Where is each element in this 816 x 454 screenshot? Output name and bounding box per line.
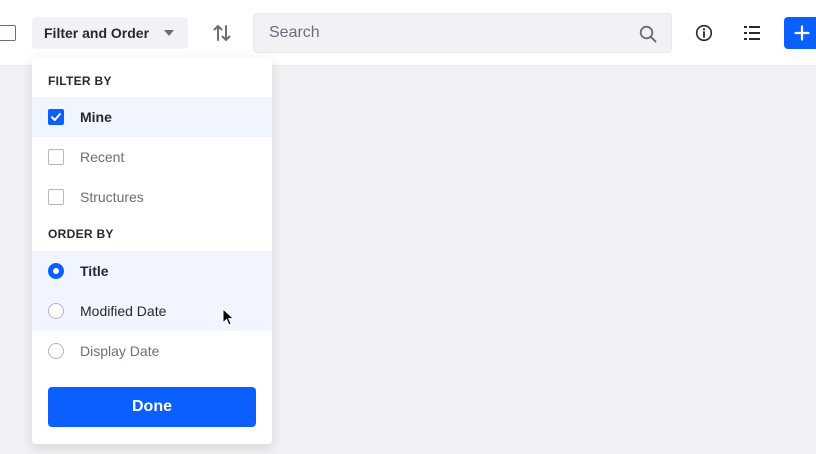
add-button[interactable] <box>784 17 816 49</box>
caret-down-icon <box>164 30 174 36</box>
filter-item-mine[interactable]: Mine <box>32 97 272 137</box>
order-by-header: ORDER BY <box>48 227 114 241</box>
filter-item-label: Mine <box>80 109 112 125</box>
checkbox[interactable] <box>48 109 64 125</box>
mouse-pointer-icon <box>222 308 235 326</box>
radio-button[interactable] <box>48 303 64 319</box>
search-bar <box>253 13 672 53</box>
filter-order-dropdown: FILTER BY Mine Recent Structures ORDER B… <box>32 57 272 444</box>
check-icon <box>51 113 61 121</box>
info-icon <box>695 24 713 42</box>
search-icon[interactable] <box>639 25 657 43</box>
search-input[interactable] <box>254 14 624 52</box>
filter-item-structures[interactable]: Structures <box>32 177 272 217</box>
order-item-title[interactable]: Title <box>32 251 272 291</box>
filter-by-header: FILTER BY <box>48 74 112 88</box>
radio-button[interactable] <box>48 343 64 359</box>
order-item-label: Title <box>80 263 109 279</box>
sort-icon <box>213 25 231 41</box>
info-button[interactable] <box>688 17 720 49</box>
filter-item-label: Recent <box>80 149 125 165</box>
order-item-modified-date[interactable]: Modified Date <box>32 291 272 331</box>
checkbox[interactable] <box>48 189 64 205</box>
checkbox[interactable] <box>48 149 64 165</box>
filter-item-label: Structures <box>80 189 144 205</box>
filter-item-recent[interactable]: Recent <box>32 137 272 177</box>
filter-and-order-button[interactable]: Filter and Order <box>32 17 188 49</box>
done-button[interactable]: Done <box>48 387 256 427</box>
radio-button[interactable] <box>48 263 64 279</box>
sort-button[interactable] <box>206 17 238 49</box>
order-item-display-date[interactable]: Display Date <box>32 331 272 371</box>
order-item-label: Display Date <box>80 343 160 359</box>
select-all-checkbox[interactable] <box>0 25 16 41</box>
list-icon <box>744 26 760 40</box>
order-item-label: Modified Date <box>80 303 167 319</box>
filter-and-order-label: Filter and Order <box>44 25 150 41</box>
plus-icon <box>794 25 810 41</box>
display-style-button[interactable] <box>736 17 768 49</box>
